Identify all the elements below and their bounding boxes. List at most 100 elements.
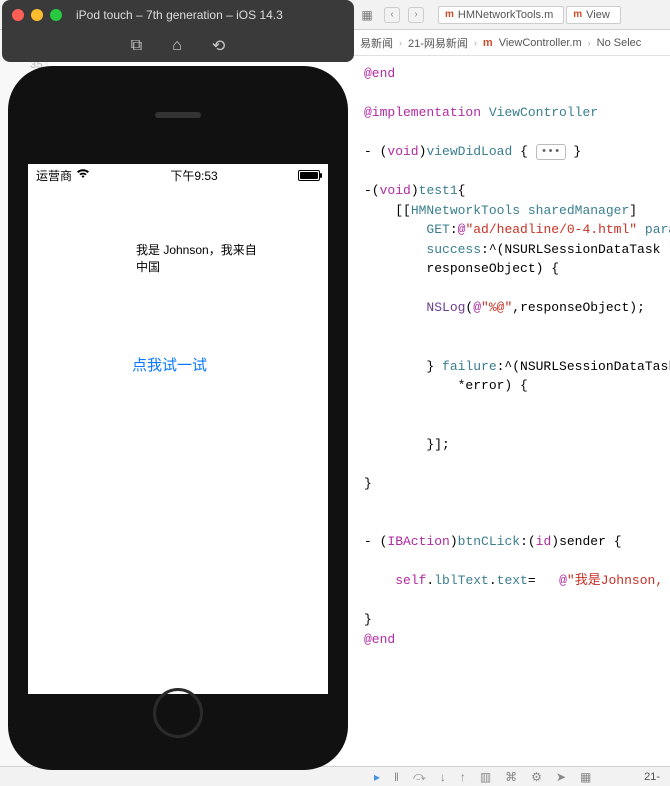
device-screen[interactable]: 运营商 下午9:53 我是 Johnson，我来自中国 点我试一试 — [28, 164, 328, 694]
code-token: : — [450, 222, 458, 237]
code-token: - ( — [364, 534, 387, 549]
code-token: viewDidLoad — [426, 144, 512, 159]
code-token: . — [489, 573, 497, 588]
breadcrumb-segment[interactable]: 21-网易新闻 — [408, 35, 468, 51]
step-into-icon[interactable]: ↓ — [440, 770, 446, 784]
try-button[interactable]: 点我试一试 — [132, 354, 207, 375]
code-token: "%@" — [481, 300, 512, 315]
code-token: test1 — [419, 183, 458, 198]
continue-icon[interactable]: ▸ — [374, 770, 380, 784]
screenshot-icon[interactable]: ⧉ — [131, 37, 142, 55]
nav-back-button[interactable]: ‹ — [384, 7, 400, 23]
code-token: self — [364, 573, 426, 588]
editor-tab-1[interactable]: m HMNetworkTools.m — [438, 6, 564, 24]
code-token: responseObject) { — [364, 261, 559, 276]
code-token: ) — [450, 534, 458, 549]
code-token: @ — [473, 300, 481, 315]
chevron-right-icon: › — [474, 38, 477, 48]
carrier-label: 运营商 — [36, 167, 72, 184]
rotate-icon[interactable]: ⟲ — [212, 36, 225, 56]
code-token: lblText — [434, 573, 489, 588]
code-token: ) — [411, 183, 419, 198]
code-token — [520, 203, 528, 218]
code-token: @implementation — [364, 105, 481, 120]
code-token: GET — [364, 222, 450, 237]
chevron-right-icon: › — [399, 38, 402, 48]
breadcrumb-segment[interactable]: ViewController.m — [499, 37, 582, 49]
code-token: "ad/headline/0-4.html" — [465, 222, 637, 237]
breadcrumb-segment[interactable]: No Selec — [597, 37, 642, 49]
code-token: text — [497, 573, 528, 588]
code-token: ViewController — [489, 105, 598, 120]
step-over-icon[interactable]: ⤼ — [413, 769, 426, 784]
fold-ellipsis-icon[interactable]: ••• — [536, 144, 566, 160]
code-token: ] — [629, 203, 637, 218]
memory-graph-icon[interactable]: ⌘ — [505, 770, 517, 784]
close-icon[interactable] — [12, 9, 24, 21]
code-token: id — [536, 534, 552, 549]
code-token: -( — [364, 183, 380, 198]
code-token: NSLog — [364, 300, 465, 315]
simulator-toolbar: ⧉ ⌂ ⟲ — [2, 30, 354, 62]
time-label: 下午9:53 — [170, 167, 217, 184]
code-token: } — [364, 476, 372, 491]
code-token: void — [380, 183, 411, 198]
code-token: @end — [364, 66, 395, 81]
code-token: :( — [520, 534, 536, 549]
code-token: failure — [442, 359, 497, 374]
nav-forward-button[interactable]: › — [408, 7, 424, 23]
code-token: ,responseObject); — [512, 300, 645, 315]
minimize-icon[interactable] — [31, 9, 43, 21]
environment-icon[interactable]: ⚙ — [531, 770, 542, 784]
wifi-icon — [76, 168, 90, 182]
code-token: } — [364, 612, 372, 627]
debug-breadcrumb[interactable]: 21- — [644, 771, 660, 783]
code-token: [[ — [364, 203, 411, 218]
code-token: { — [512, 144, 528, 159]
tab-label: HMNetworkTools.m — [458, 9, 553, 21]
objc-m-icon: m — [445, 9, 454, 20]
code-token: IBAction — [387, 534, 449, 549]
code-token: { — [458, 183, 466, 198]
home-button[interactable] — [153, 688, 203, 738]
app-text-label: 我是 Johnson，我来自中国 — [136, 242, 266, 276]
code-token: sharedManager — [528, 203, 629, 218]
location-icon[interactable]: ➤ — [556, 770, 566, 784]
simulator-titlebar[interactable]: iPod touch – 7th generation – iOS 14.3 — [2, 0, 354, 30]
traffic-lights — [12, 9, 62, 21]
code-token: }]; — [364, 437, 450, 452]
code-token: @ — [559, 573, 567, 588]
simulator-window: iPod touch – 7th generation – iOS 14.3 ⧉… — [2, 0, 354, 775]
code-token: HMNetworkTools — [411, 203, 520, 218]
code-editor[interactable]: @end @implementation ViewController - (v… — [358, 56, 670, 766]
code-token: :^(NSURLSessionDataTask * — [497, 359, 670, 374]
code-token: :^(NSURLSessionDataTask *ta — [481, 242, 670, 257]
code-token: } — [573, 144, 581, 159]
earpiece-icon — [155, 112, 201, 118]
grid-icon[interactable]: ▦ — [580, 770, 591, 784]
step-out-icon[interactable]: ↑ — [460, 770, 466, 784]
zoom-icon[interactable] — [50, 9, 62, 21]
code-token: void — [387, 144, 418, 159]
breadcrumb-segment[interactable]: 易新闻 — [360, 35, 393, 51]
editor-tab-2[interactable]: m View — [566, 6, 621, 24]
code-token: - ( — [364, 144, 387, 159]
code-token: btnCLick — [458, 534, 520, 549]
code-token: "我是Johnson, 我来自 — [567, 573, 670, 588]
code-token: parame — [637, 222, 670, 237]
device-bezel: 运营商 下午9:53 我是 Johnson，我来自中国 点我试一试 — [8, 66, 348, 770]
grid-icon[interactable]: ▦ — [358, 6, 376, 24]
battery-icon — [298, 170, 320, 181]
debug-view-icon[interactable]: ▥ — [480, 770, 491, 784]
tab-strip: m HMNetworkTools.m m View — [438, 6, 621, 24]
objc-m-icon: m — [483, 37, 493, 49]
chevron-right-icon: › — [588, 38, 591, 48]
code-token: )sender { — [551, 534, 621, 549]
code-token: *error) { — [364, 378, 528, 393]
pause-icon[interactable]: ‖ — [394, 770, 399, 784]
code-token: = — [528, 573, 559, 588]
simulator-title: iPod touch – 7th generation – iOS 14.3 — [76, 8, 283, 22]
code-token: success — [364, 242, 481, 257]
objc-m-icon: m — [573, 9, 582, 20]
home-icon[interactable]: ⌂ — [172, 37, 182, 55]
